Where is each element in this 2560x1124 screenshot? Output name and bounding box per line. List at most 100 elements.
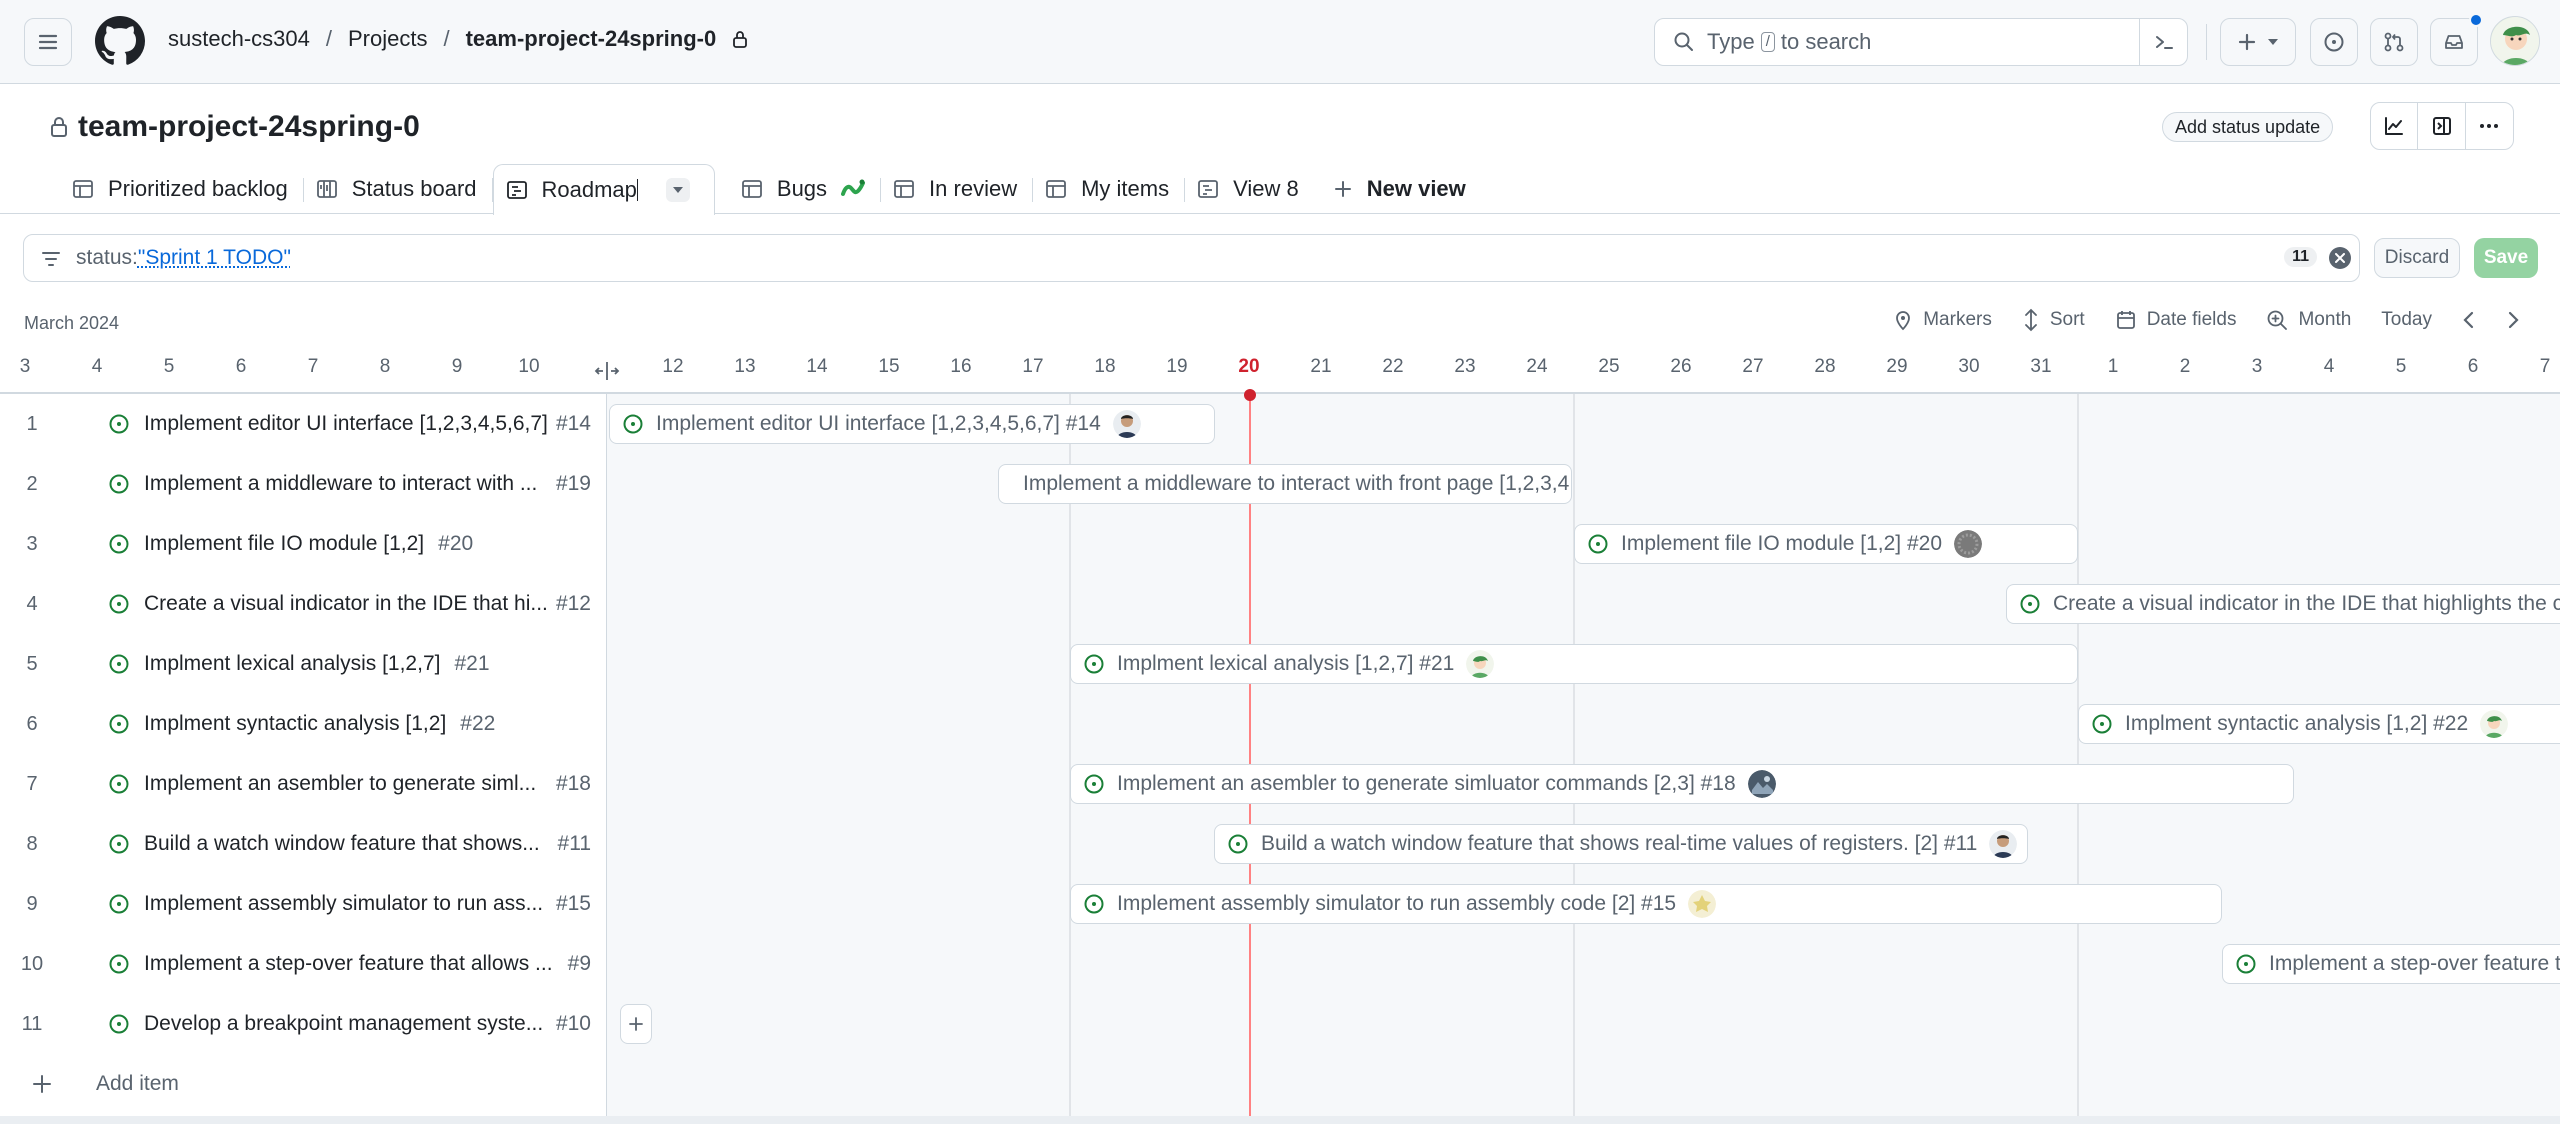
- github-logo[interactable]: [95, 16, 145, 66]
- item-number: #18: [555, 772, 591, 795]
- add-status-update-button[interactable]: Add status update: [2162, 112, 2334, 142]
- sort-button[interactable]: Sort: [2022, 308, 2085, 332]
- row-number: 7: [26, 772, 38, 795]
- tab-status-board[interactable]: Status board: [304, 164, 493, 214]
- roadmap-icon: [1198, 180, 1218, 198]
- date-label: 3: [19, 356, 31, 377]
- roadmap-bar[interactable]: Implement an asembler to generate simlua…: [1070, 764, 2294, 804]
- column-resize-handle[interactable]: [594, 360, 620, 382]
- inbox-button[interactable]: [2430, 13, 2483, 66]
- tab-roadmap[interactable]: Roadmap: [492, 164, 715, 215]
- roadmap-bar[interactable]: Create a visual indicator in the IDE tha…: [2006, 584, 2560, 624]
- roadmap-bar[interactable]: Implement editor UI interface [1,2,3,4,5…: [609, 404, 1215, 444]
- today-button[interactable]: Today: [2381, 309, 2432, 331]
- roadmap-bar[interactable]: Build a watch window feature that shows …: [1214, 824, 2028, 864]
- command-palette-button[interactable]: [2139, 19, 2187, 65]
- table-row[interactable]: 8 Build a watch window feature that show…: [0, 814, 607, 874]
- zoom-month-button[interactable]: Month: [2266, 309, 2351, 331]
- date-label: 15: [878, 356, 900, 377]
- tab-bugs[interactable]: Bugs: [715, 164, 882, 214]
- issue-opened-icon: [108, 828, 144, 860]
- table-row[interactable]: 7 Implement an asembler to generate siml…: [0, 754, 607, 814]
- save-button[interactable]: Save: [2474, 238, 2538, 278]
- week-divider: [1573, 394, 1575, 1118]
- filter-input[interactable]: status: "Sprint 1 TODO" 11: [23, 234, 2360, 282]
- date-label: 30: [1958, 356, 1980, 377]
- roadmap-bar[interactable]: Implment syntactic analysis [1,2] #22: [2078, 704, 2560, 744]
- view-tabs: Prioritized backlog Status board Roadmap…: [60, 164, 1482, 215]
- roadmap-bar[interactable]: Implement assembly simulator to run asse…: [1070, 884, 2222, 924]
- insights-button[interactable]: [2371, 103, 2419, 149]
- next-period-button[interactable]: [2506, 311, 2520, 329]
- tab-label: Roadmap: [541, 177, 637, 202]
- item-title[interactable]: Implment syntactic analysis [1,2]: [144, 712, 446, 736]
- item-title[interactable]: Implement a middleware to interact with …: [144, 472, 537, 496]
- add-item-row[interactable]: Add item: [0, 1054, 607, 1114]
- item-title[interactable]: Implment lexical analysis [1,2,7]: [144, 652, 440, 676]
- pull-requests-button[interactable]: [2370, 18, 2418, 66]
- roadmap-toolbar: Markers Sort Date fields Month Today: [1893, 308, 2520, 332]
- search-input[interactable]: Type / to search: [1654, 18, 2188, 66]
- issue-opened-icon: [108, 948, 144, 980]
- date-label: 16: [950, 356, 972, 377]
- item-title[interactable]: Implement assembly simulator to run ass.…: [144, 892, 543, 916]
- new-view-button[interactable]: New view: [1315, 164, 1482, 214]
- table-row[interactable]: 3 Implement file IO module [1,2] #20: [0, 514, 607, 574]
- tab-options-button[interactable]: [665, 178, 690, 202]
- timeline-date-header: 3 4 5 6 7 8 9 10 12 13 14 15 16 17 18 19…: [0, 352, 2560, 394]
- date-label: 5: [2395, 356, 2407, 377]
- tab-my-items[interactable]: My items: [1033, 164, 1186, 214]
- table-row[interactable]: 11 Develop a breakpoint management syste…: [0, 994, 607, 1054]
- item-title[interactable]: Implement editor UI interface [1,2,3,4,5…: [144, 412, 548, 436]
- menu-button[interactable]: [24, 18, 72, 66]
- chevron-left-icon: [2463, 311, 2474, 329]
- more-options-button[interactable]: [2466, 103, 2513, 149]
- table-row[interactable]: 2 Implement a middleware to interact wit…: [0, 454, 607, 514]
- current-month-label: March 2024: [24, 313, 120, 333]
- search-prefix: Type: [1707, 29, 1755, 54]
- roadmap-bar[interactable]: Implment lexical analysis [1,2,7] #21: [1070, 644, 2078, 684]
- table-row[interactable]: 10 Implement a step-over feature that al…: [0, 934, 607, 994]
- item-title[interactable]: Implement file IO module [1,2]: [144, 532, 424, 556]
- table-row[interactable]: 1 Implement editor UI interface [1,2,3,4…: [0, 394, 607, 454]
- previous-period-button[interactable]: [2462, 311, 2476, 329]
- tab-prioritized-backlog[interactable]: Prioritized backlog: [60, 164, 304, 214]
- date-label: 29: [1886, 356, 1908, 377]
- timeline-area: [607, 394, 2560, 1118]
- item-title[interactable]: Develop a breakpoint management syste...: [144, 1012, 543, 1036]
- date-label: 6: [235, 356, 247, 377]
- bar-label: Implement a step-over feature t: [2269, 952, 2560, 975]
- side-panel-button[interactable]: [2418, 103, 2466, 149]
- item-title[interactable]: Build a watch window feature that shows.…: [144, 832, 540, 856]
- item-title[interactable]: Implement a step-over feature that allow…: [144, 952, 553, 976]
- tab-view-8[interactable]: View 8: [1185, 164, 1315, 214]
- create-new-button[interactable]: [2220, 18, 2296, 66]
- item-title[interactable]: Implement an asembler to generate siml..…: [144, 772, 536, 796]
- clear-filter-button[interactable]: [2329, 247, 2351, 269]
- table-row[interactable]: 4 Create a visual indicator in the IDE t…: [0, 574, 607, 634]
- date-label: 1: [2107, 356, 2119, 377]
- table-row[interactable]: 9 Implement assembly simulator to run as…: [0, 874, 607, 934]
- board-icon: [316, 180, 337, 198]
- discard-button[interactable]: Discard: [2374, 238, 2460, 278]
- item-number: #14: [555, 412, 591, 435]
- roadmap-bar[interactable]: Implement a step-over feature t: [2222, 944, 2560, 984]
- roadmap-bar[interactable]: Implement a middleware to interact with …: [998, 464, 1572, 504]
- add-date-button[interactable]: [620, 1004, 652, 1044]
- date-fields-button[interactable]: Date fields: [2115, 309, 2236, 331]
- item-title[interactable]: Create a visual indicator in the IDE tha…: [144, 592, 548, 616]
- breadcrumb-org[interactable]: sustech-cs304: [168, 26, 310, 52]
- header-divider: [2206, 24, 2207, 60]
- add-item-label: Add item: [96, 1072, 179, 1095]
- roadmap-bar[interactable]: Implement file IO module [1,2] #20: [1574, 524, 2078, 564]
- issue-opened-icon: [108, 1008, 144, 1040]
- date-label: 18: [1094, 356, 1116, 377]
- breadcrumb-projects[interactable]: Projects: [348, 26, 427, 52]
- issues-button[interactable]: [2310, 18, 2358, 66]
- table-row[interactable]: 6 Implment syntactic analysis [1,2] #22: [0, 694, 607, 754]
- tab-in-review[interactable]: In review: [881, 164, 1034, 214]
- user-avatar[interactable]: [2490, 16, 2540, 66]
- breadcrumb-project[interactable]: team-project-24spring-0: [466, 26, 717, 52]
- markers-button[interactable]: Markers: [1893, 309, 1992, 331]
- table-row[interactable]: 5 Implment lexical analysis [1,2,7] #21: [0, 634, 607, 694]
